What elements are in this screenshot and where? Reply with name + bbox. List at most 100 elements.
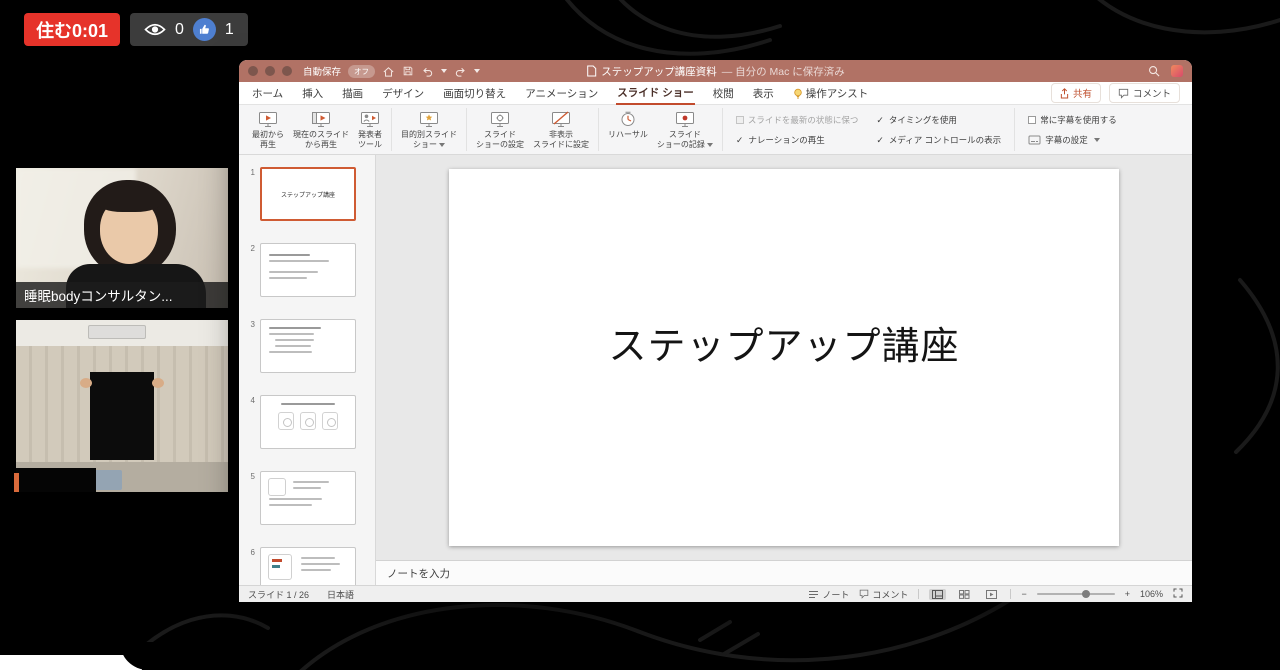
notes-toggle-button[interactable]: ノート: [808, 588, 849, 601]
live-timer-text: 住む0:01: [36, 20, 109, 41]
share-button[interactable]: 共有: [1050, 83, 1101, 103]
setup-show-icon: [491, 112, 509, 127]
document-title: ステップアップ講座資料: [601, 65, 717, 78]
thumbnail-content-line: [269, 260, 330, 262]
record-show-icon: [675, 112, 694, 127]
play-from-start-button[interactable]: 最初から 再生: [252, 108, 284, 149]
play-from-start-icon: [259, 112, 277, 127]
home-icon[interactable]: [382, 65, 395, 78]
tab-home[interactable]: ホーム: [251, 82, 284, 104]
record-show-button[interactable]: スライド ショーの記録: [657, 108, 713, 149]
thumbnail-row-5: 5: [239, 471, 375, 525]
tab-transitions[interactable]: 画面切り替え: [442, 82, 507, 104]
slide-sorter-view-button[interactable]: [956, 589, 973, 600]
show-media-controls-checkbox[interactable]: メディア コントロールの表示: [876, 134, 1001, 146]
lightbulb-icon: [793, 88, 802, 98]
use-timings-checkbox[interactable]: タイミングを使用: [876, 114, 1001, 126]
zoom-level[interactable]: 106%: [1140, 589, 1163, 599]
slide-canvas[interactable]: ステップアップ講座: [376, 155, 1192, 560]
thumbnail-row-3: 3: [239, 319, 375, 373]
keep-updated-checkbox[interactable]: スライドを最新の状態に保つ: [735, 114, 858, 126]
powerpoint-window: 自動保存 オフ ステップアップ講座資料 — 自分の Mac に保存済み ホーム …: [239, 60, 1192, 602]
normal-view-button[interactable]: [929, 588, 947, 600]
tab-animations[interactable]: アニメーション: [524, 82, 599, 104]
language-indicator[interactable]: 日本語: [327, 588, 354, 601]
hide-slide-button[interactable]: 非表示 スライドに設定: [533, 108, 589, 149]
doodle-figure: [300, 412, 316, 430]
custom-show-button[interactable]: 目的別スライド ショー: [401, 108, 457, 149]
checkbox-icon: [735, 116, 744, 124]
presenter-name-label: 睡眠bodyコンサルタン...: [16, 282, 228, 308]
autosave-toggle[interactable]: オフ: [348, 64, 376, 78]
tab-draw[interactable]: 描画: [341, 82, 364, 104]
zoom-in-button[interactable]: +: [1125, 589, 1130, 599]
current-slide[interactable]: ステップアップ講座: [449, 169, 1119, 546]
zoom-button[interactable]: [282, 66, 292, 76]
slide-thumbnail-2[interactable]: [260, 243, 356, 297]
slide-number: 5: [250, 472, 255, 481]
slide-thumbnail-panel: 1 ステップアップ講座 2 3 4 5 6: [239, 155, 376, 585]
custom-show-icon: [420, 112, 438, 127]
red-mark: [272, 559, 282, 562]
close-button[interactable]: [248, 66, 258, 76]
views-icon: [144, 22, 166, 37]
tab-view[interactable]: 表示: [752, 82, 775, 104]
comments-toggle-button[interactable]: コメント: [859, 588, 908, 601]
slideshow-view-button[interactable]: [983, 589, 1000, 600]
notes-input[interactable]: ノートを入力: [376, 560, 1192, 585]
slide-thumbnail-3[interactable]: [260, 319, 356, 373]
slide-thumbnail-1[interactable]: ステップアップ講座: [260, 167, 356, 221]
slide-counter: スライド 1 / 26: [248, 589, 310, 600]
save-icon[interactable]: [402, 65, 414, 77]
normal-view-icon: [932, 589, 944, 599]
thumbnail-content-line: [269, 351, 313, 353]
minimize-button[interactable]: [265, 66, 275, 76]
fullscreen-button[interactable]: [1173, 588, 1183, 600]
slideshow-view-icon: [986, 589, 998, 599]
presenter-tools-button[interactable]: 発表者 ツール: [358, 108, 382, 149]
account-icon[interactable]: [1171, 65, 1183, 77]
tab-review[interactable]: 校閲: [712, 82, 735, 104]
presenter-tools-icon: [361, 112, 379, 127]
slide-thumbnail-4[interactable]: [260, 395, 356, 449]
slide-thumbnail-5[interactable]: [260, 471, 356, 525]
subtitle-settings-button[interactable]: 字幕の設定: [1028, 134, 1117, 146]
name-censor-box: [16, 468, 96, 492]
thumbnail-row-2: 2: [239, 243, 375, 297]
secondary-video-tile[interactable]: [16, 320, 228, 492]
undo-icon[interactable]: [421, 65, 434, 78]
always-subtitles-checkbox[interactable]: 常に字幕を使用する: [1028, 114, 1117, 126]
presenter-video-tile[interactable]: 睡眠bodyコンサルタン...: [16, 168, 228, 308]
redo-icon[interactable]: [454, 65, 467, 78]
presenter-fringe-shape: [96, 186, 162, 212]
stream-stats-badge: 0 1: [130, 13, 248, 46]
tab-assist[interactable]: 操作アシスト: [792, 82, 870, 104]
ribbon: 最初から 再生 現在のスライド から再生 発表者 ツール 目的別スライド ショー: [239, 105, 1192, 155]
rehearse-button[interactable]: リハーサル: [608, 108, 648, 140]
tab-design[interactable]: デザイン: [381, 82, 425, 104]
black-poster: [90, 372, 154, 460]
search-icon[interactable]: [1148, 65, 1160, 77]
like-icon: [192, 18, 216, 41]
comment-icon: [1118, 88, 1129, 99]
slide-number: 4: [250, 396, 255, 405]
slide-title-text[interactable]: ステップアップ講座: [449, 315, 1119, 370]
thumbnail-content-line: [301, 569, 332, 571]
doodle-figure: [322, 412, 338, 430]
play-narration-checkbox[interactable]: ナレーションの再生: [736, 134, 859, 146]
comments-button[interactable]: コメント: [1108, 83, 1180, 103]
like-count: 1: [224, 20, 234, 38]
zoom-out-button[interactable]: −: [1021, 589, 1026, 599]
thumbnail-content-line: [275, 345, 311, 347]
slide-thumbnail-6[interactable]: [260, 547, 356, 585]
tab-slideshow[interactable]: スライド ショー: [616, 81, 695, 105]
undo-caret-icon[interactable]: [441, 69, 448, 73]
tab-insert[interactable]: 挿入: [301, 82, 324, 104]
air-conditioner: [88, 325, 146, 339]
zoom-slider-knob[interactable]: [1081, 590, 1090, 598]
live-timer-badge: 住む0:01: [24, 13, 121, 46]
redo-caret-icon[interactable]: [474, 69, 481, 73]
setup-show-button[interactable]: スライド ショーの設定: [476, 108, 524, 149]
play-from-current-button[interactable]: 現在のスライド から再生: [293, 108, 349, 149]
zoom-slider[interactable]: [1036, 590, 1115, 598]
